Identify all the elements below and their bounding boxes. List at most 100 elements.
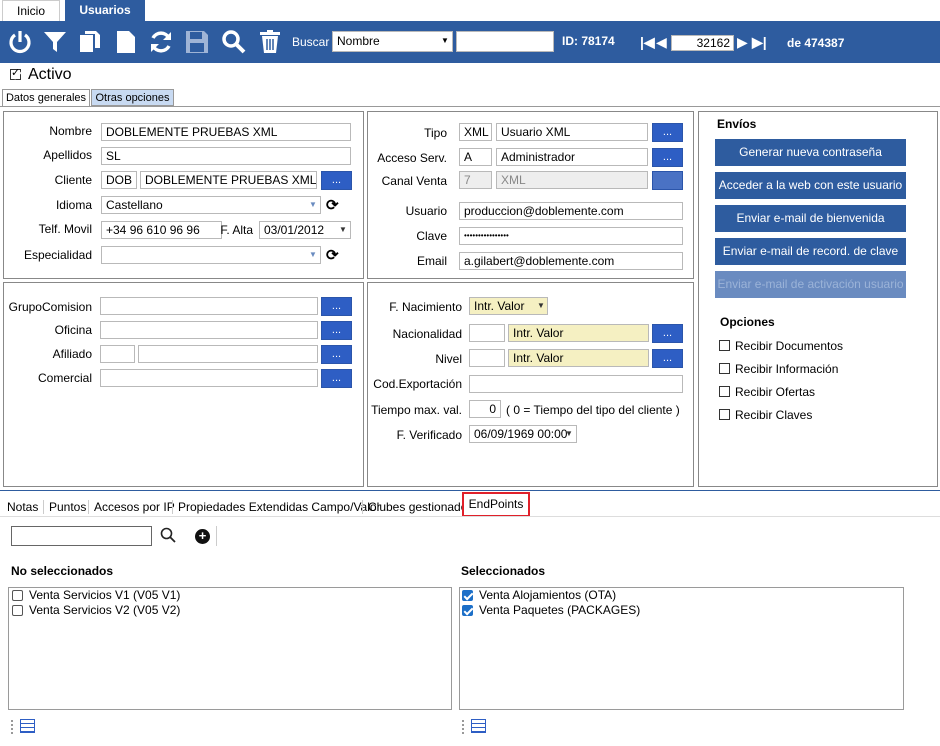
nac-lookup-button[interactable]: ...: [652, 324, 683, 343]
oficina-field[interactable]: [100, 321, 318, 339]
delete-icon[interactable]: [257, 29, 283, 55]
comercial-field[interactable]: [100, 369, 318, 387]
cliente-lookup-button[interactable]: ...: [321, 171, 352, 190]
recibir-documentos-label: Recibir Documentos: [735, 339, 844, 353]
acceder-web-button[interactable]: Acceder a la web con este usuario: [715, 172, 906, 199]
buscar-input[interactable]: [456, 31, 554, 52]
endpoints-search-input[interactable]: [11, 526, 152, 546]
tiempo-field[interactable]: 0: [469, 400, 501, 418]
afiliado-name-field[interactable]: [138, 345, 318, 363]
search-icon[interactable]: [160, 527, 176, 543]
new-document-icon[interactable]: [113, 29, 139, 55]
nivel-label: Nivel: [435, 352, 462, 366]
tipo-code-field[interactable]: XML: [459, 123, 492, 141]
list-item-checkbox[interactable]: [462, 605, 473, 616]
generar-contrasena-button[interactable]: Generar nueva contraseña: [715, 139, 906, 166]
first-record-icon[interactable]: |◀: [640, 34, 655, 51]
acceso-lookup-button[interactable]: ...: [652, 148, 683, 167]
especialidad-label: Especialidad: [23, 248, 92, 262]
tipo-label: Tipo: [424, 126, 447, 140]
grupo-lookup-button[interactable]: ...: [321, 297, 352, 316]
nac-name-field[interactable]: Intr. Valor: [508, 324, 649, 342]
copy-icon[interactable]: [77, 29, 103, 55]
recibir-claves-checkbox[interactable]: [719, 409, 730, 420]
falta-label: F. Alta: [220, 223, 253, 237]
tab-datos-generales[interactable]: Datos generales: [2, 89, 90, 107]
enviar-bienvenida-button[interactable]: Enviar e-mail de bienvenida: [715, 205, 906, 232]
tab-puntos[interactable]: Puntos: [49, 498, 86, 516]
list-item[interactable]: Venta Servicios V2 (V05 V2): [29, 603, 180, 617]
nivel-name-field[interactable]: Intr. Valor: [508, 349, 649, 367]
acceso-code-field[interactable]: A: [459, 148, 492, 166]
opciones-title: Opciones: [720, 315, 775, 329]
tab-usuarios[interactable]: Usuarios: [65, 0, 145, 21]
tiempo-label: Tiempo max. val.: [371, 403, 462, 417]
afiliado-lookup-button[interactable]: ...: [321, 345, 352, 364]
prev-record-icon[interactable]: ◀: [656, 34, 667, 51]
nivel-lookup-button[interactable]: ...: [652, 349, 683, 368]
tab-accesos-ip[interactable]: Accesos por IP: [94, 498, 175, 516]
idioma-select[interactable]: Castellano: [101, 196, 321, 214]
grupo-field[interactable]: [100, 297, 318, 315]
telf-field[interactable]: +34 96 610 96 96: [101, 221, 222, 239]
usuario-field[interactable]: produccion@doblemente.com: [459, 202, 683, 220]
power-icon[interactable]: [7, 29, 33, 55]
nac-code-field[interactable]: [469, 324, 505, 342]
tab-propiedades-extendidas[interactable]: Propiedades Extendidas Campo/Valor: [178, 498, 381, 516]
list-view-icon[interactable]: [20, 719, 35, 733]
save-icon[interactable]: [184, 29, 210, 55]
filter-icon[interactable]: [42, 29, 68, 55]
list-item[interactable]: Venta Alojamientos (OTA): [479, 588, 616, 602]
codexp-field[interactable]: [469, 375, 683, 393]
enviar-activacion-button: Enviar e-mail de activación usuario: [715, 271, 906, 298]
oficina-lookup-button[interactable]: ...: [321, 321, 352, 340]
tipo-name-field[interactable]: Usuario XML: [496, 123, 648, 141]
refresh-icon[interactable]: [148, 29, 174, 55]
cliente-name-field[interactable]: DOBLEMENTE PRUEBAS XML: [140, 171, 317, 189]
list-item[interactable]: Venta Paquetes (PACKAGES): [479, 603, 640, 617]
list-item-checkbox[interactable]: [12, 605, 23, 616]
list-item-checkbox[interactable]: [462, 590, 473, 601]
tab-endpoints[interactable]: EndPoints: [462, 492, 530, 517]
canal-label: Canal Venta: [381, 174, 447, 188]
nivel-code-field[interactable]: [469, 349, 505, 367]
search-icon[interactable]: [221, 29, 247, 55]
especialidad-select[interactable]: [101, 246, 321, 264]
record-number-input[interactable]: 32162: [671, 35, 734, 51]
comercial-label: Comercial: [37, 371, 92, 385]
recibir-ofertas-checkbox[interactable]: [719, 386, 730, 397]
oficina-label: Oficina: [54, 323, 92, 337]
recibir-documentos-checkbox[interactable]: [719, 340, 730, 351]
tab-otras-opciones[interactable]: Otras opciones: [91, 89, 174, 106]
last-record-icon[interactable]: ▶|: [752, 34, 767, 51]
next-record-icon[interactable]: ▶: [737, 34, 748, 51]
enviar-record-clave-button[interactable]: Enviar e-mail de record. de clave: [715, 238, 906, 265]
tab-clubes-gestionados[interactable]: Clubes gestionados: [368, 498, 473, 516]
tipo-lookup-button[interactable]: ...: [652, 123, 683, 142]
list-view-icon[interactable]: [471, 719, 486, 733]
acceso-label: Acceso Serv.: [377, 151, 447, 165]
buscar-select[interactable]: Nombre: [332, 31, 453, 52]
comercial-lookup-button[interactable]: ...: [321, 369, 352, 388]
cliente-code-field[interactable]: DOB: [101, 171, 137, 189]
tab-notas[interactable]: Notas: [7, 498, 38, 516]
fver-field[interactable]: 06/09/1969 00:00: [469, 425, 577, 443]
refresh-icon[interactable]: ⟳: [326, 196, 339, 214]
add-icon[interactable]: +: [195, 529, 210, 544]
divider: [0, 490, 940, 491]
grupo-label: GrupoComision: [8, 300, 92, 314]
divider: [88, 500, 89, 514]
list-item-checkbox[interactable]: [12, 590, 23, 601]
nombre-field[interactable]: DOBLEMENTE PRUEBAS XML: [101, 123, 351, 141]
tab-inicio[interactable]: Inicio: [2, 0, 60, 21]
email-field[interactable]: a.gilabert@doblemente.com: [459, 252, 683, 270]
list-item[interactable]: Venta Servicios V1 (V05 V1): [29, 588, 180, 602]
acceso-name-field[interactable]: Administrador: [496, 148, 648, 166]
apellidos-field[interactable]: SL: [101, 147, 351, 165]
refresh-icon[interactable]: ⟳: [326, 246, 339, 264]
afiliado-code-field[interactable]: [100, 345, 135, 363]
clave-field[interactable]: ••••••••••••••••: [459, 227, 683, 245]
cliente-label: Cliente: [54, 173, 92, 187]
recibir-informacion-checkbox[interactable]: [719, 363, 730, 374]
seleccionados-title: Seleccionados: [461, 564, 546, 578]
